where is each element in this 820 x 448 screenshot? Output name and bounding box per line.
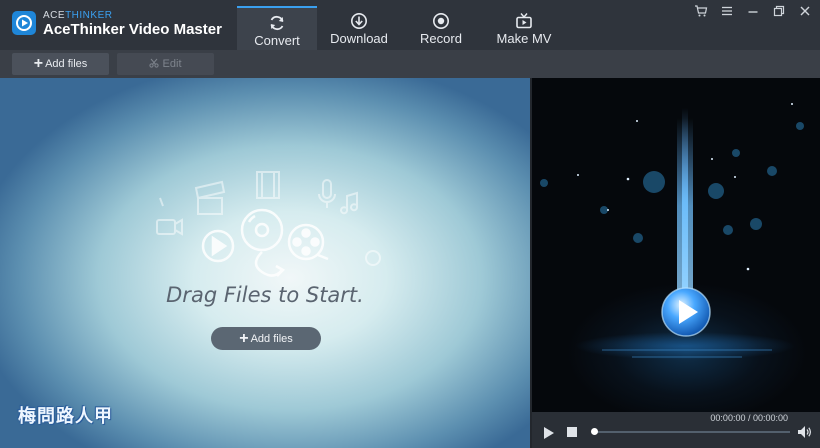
film-strip-icon bbox=[256, 171, 280, 199]
play-circle-icon bbox=[201, 229, 235, 263]
tab-record-label: Record bbox=[420, 31, 462, 46]
plus-icon: + bbox=[33, 55, 44, 72]
toolbar: + Add files Edit bbox=[0, 50, 820, 78]
tab-record[interactable]: Record bbox=[401, 6, 481, 50]
close-icon[interactable] bbox=[798, 4, 812, 18]
restore-icon[interactable] bbox=[772, 4, 786, 18]
stop-icon[interactable] bbox=[567, 427, 577, 437]
minimize-icon[interactable] bbox=[746, 4, 760, 18]
cart-icon[interactable] bbox=[694, 4, 708, 18]
add-files-button[interactable]: + Add files bbox=[12, 53, 109, 75]
drop-zone[interactable]: Drag Files to Start. + Add files 梅問路人甲 bbox=[0, 78, 530, 448]
app-logo-icon bbox=[12, 11, 36, 35]
preview-artwork bbox=[540, 103, 804, 360]
small-disc-icon bbox=[365, 250, 381, 266]
brand-thinker: THINKER bbox=[65, 10, 113, 21]
film-reel-icon bbox=[287, 223, 329, 261]
play-icon[interactable] bbox=[544, 426, 554, 444]
time-readout: 00:00:00 / 00:00:00 bbox=[710, 413, 788, 423]
tab-make-mv-label: Make MV bbox=[496, 31, 552, 46]
brand-ace: ACE bbox=[43, 10, 66, 21]
add-files-pill-label: Add files bbox=[250, 333, 293, 345]
plus-icon: + bbox=[239, 330, 249, 347]
disc-icon bbox=[240, 208, 286, 277]
menu-icon[interactable] bbox=[720, 4, 734, 18]
tab-download-label: Download bbox=[330, 31, 388, 46]
volume-icon[interactable] bbox=[798, 425, 812, 443]
drag-prompt: Drag Files to Start. bbox=[166, 283, 364, 307]
watermark-text: 梅問路人甲 bbox=[18, 406, 113, 426]
tab-convert[interactable]: Convert bbox=[237, 6, 317, 50]
progress-track[interactable] bbox=[594, 431, 790, 433]
microphone-icon bbox=[318, 179, 336, 208]
camera-icon bbox=[156, 219, 176, 235]
title-bar: ACETHINKER AceThinker Video Master Conve… bbox=[0, 0, 820, 50]
clapper-icon bbox=[194, 180, 226, 200]
music-note-icon bbox=[340, 191, 358, 215]
tab-make-mv[interactable]: Make MV bbox=[481, 6, 567, 50]
app-title: AceThinker Video Master bbox=[43, 21, 222, 38]
edit-button[interactable]: Edit bbox=[117, 53, 214, 75]
scissors-icon bbox=[149, 58, 162, 70]
brand-wordmark: ACETHINKER bbox=[43, 10, 112, 21]
player-controls: 00:00:00 / 00:00:00 bbox=[532, 412, 820, 448]
tab-download[interactable]: Download bbox=[317, 6, 401, 50]
add-files-pill-button[interactable]: + Add files bbox=[211, 327, 321, 350]
window-controls bbox=[694, 4, 812, 18]
video-preview bbox=[532, 78, 820, 412]
progress-knob[interactable] bbox=[591, 428, 598, 435]
add-files-label: Add files bbox=[45, 58, 88, 70]
edit-label: Edit bbox=[162, 58, 182, 70]
tab-convert-label: Convert bbox=[254, 33, 300, 48]
main-tabs: Convert Download Record Make MV bbox=[237, 6, 567, 50]
